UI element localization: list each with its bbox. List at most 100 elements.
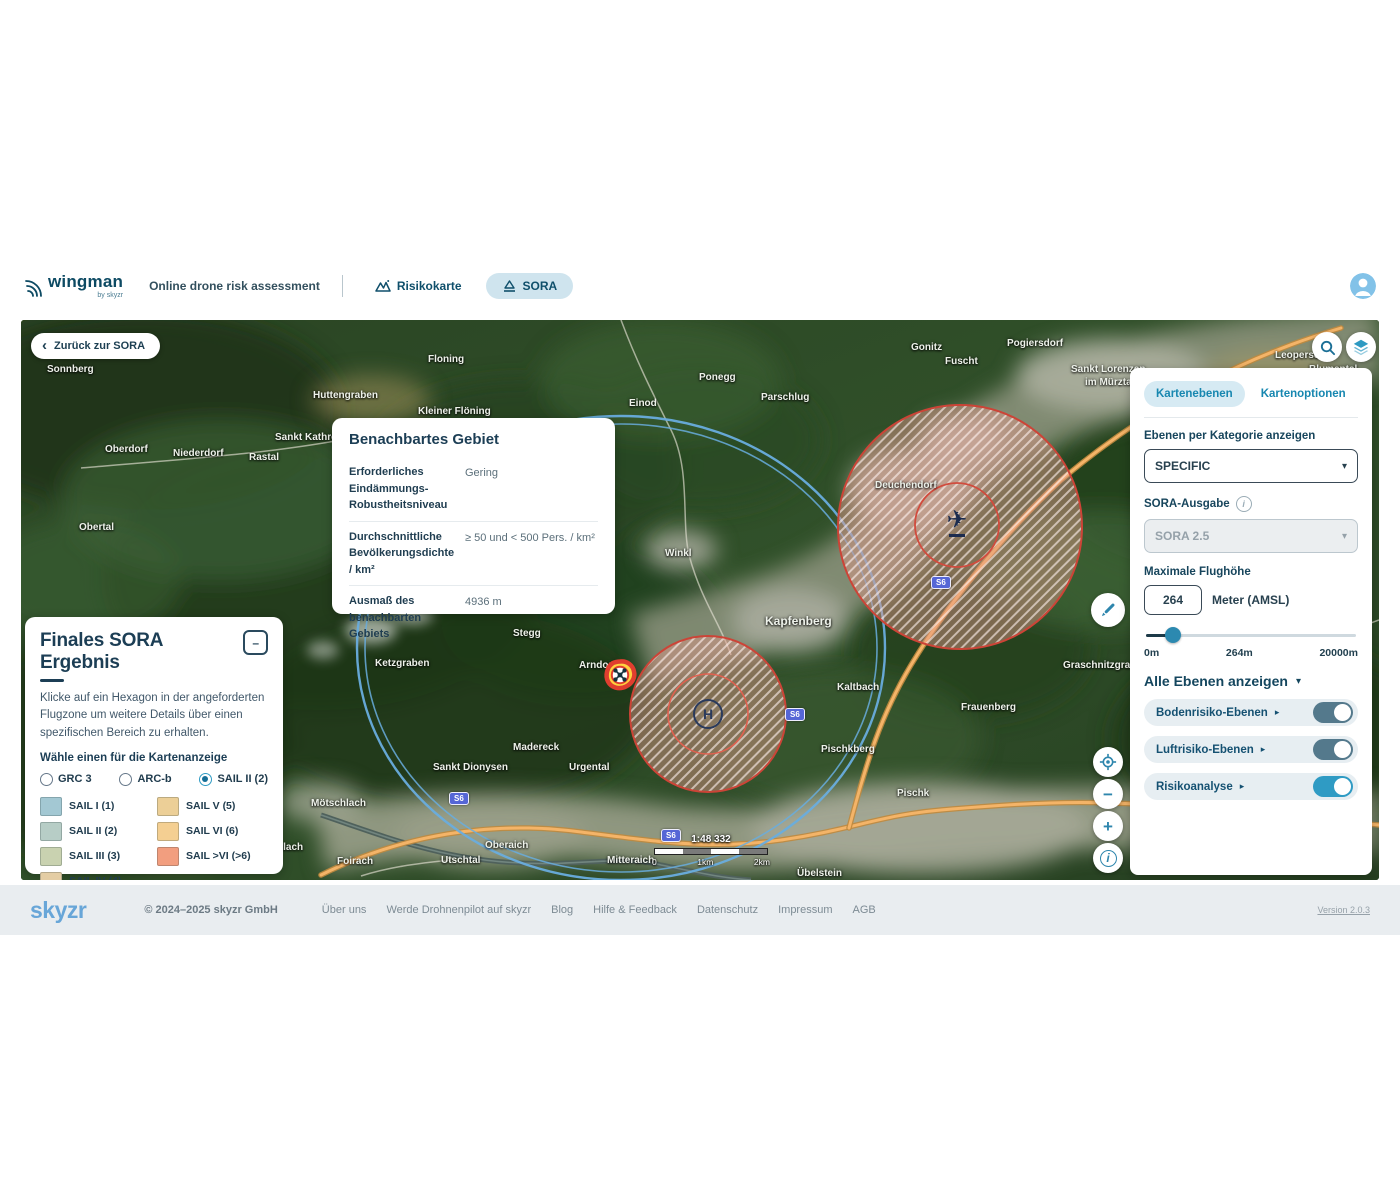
footer-link[interactable]: Hilfe & Feedback — [593, 904, 677, 916]
radio-circle[interactable] — [40, 773, 53, 786]
altitude-slider[interactable] — [1146, 627, 1356, 643]
legend-swatch — [40, 797, 62, 816]
popup-row: Ausmaß des benachbarten Gebiets 4936 m — [349, 586, 598, 650]
heliport-marker[interactable]: H — [693, 699, 723, 729]
map-place-label: Utschtal — [441, 855, 480, 866]
copyright-text: © 2024–2025 skyzr GmbH — [144, 904, 277, 916]
footer-links: Über uns Werde Drohnenpilot auf skyzr Bl… — [322, 904, 876, 916]
info-icon[interactable]: i — [1236, 496, 1252, 512]
zoom-out-button[interactable]: − — [1093, 779, 1123, 809]
map-place-label: Huttengraben — [313, 390, 378, 401]
draw-edit-button[interactable] — [1091, 593, 1125, 627]
airport-runway-line — [949, 534, 965, 537]
altitude-input[interactable] — [1144, 585, 1202, 615]
sora-version-label: SORA-Ausgabe i — [1144, 496, 1358, 512]
panel-tab[interactable]: Kartenebenen — [1144, 381, 1245, 407]
map-place-label: Pischk — [897, 788, 929, 799]
final-sora-result-panel: Finales SORA Ergebnis – Klicke auf ein H… — [25, 617, 283, 874]
sail-legend: SAIL I (1) SAIL II (2) SAIL III (3) — [40, 797, 268, 880]
layer-toggle-switch[interactable] — [1313, 739, 1353, 760]
map-place-label: Ketzgraben — [375, 658, 429, 669]
footer-link[interactable]: AGB — [853, 904, 876, 916]
legend-item: SAIL IV (4) — [40, 872, 151, 880]
choose-display-label: Wähle einen für die Kartenanzeige — [40, 752, 268, 764]
layer-toggle-switch[interactable] — [1313, 776, 1353, 797]
locate-me-button[interactable] — [1093, 747, 1123, 777]
radio-option[interactable]: SAIL II (2) — [199, 773, 268, 786]
all-layers-header[interactable]: Alle Ebenen anzeigen ▾ — [1144, 673, 1358, 689]
footer-bar: skyzr © 2024–2025 skyzr GmbH Über uns We… — [0, 885, 1400, 935]
layer-toggle-row[interactable]: Luftrisiko-Ebenen ▸ — [1144, 736, 1358, 763]
user-avatar[interactable] — [1350, 273, 1376, 299]
map-scale-bar: 1:48 332 0 1km 2km — [649, 834, 773, 867]
category-label: Ebenen per Kategorie anzeigen — [1144, 430, 1358, 442]
chevron-down-icon: ▾ — [1296, 676, 1301, 687]
scale-ratio: 1:48 332 — [649, 834, 773, 845]
map-place-label: Winkl — [665, 548, 692, 559]
minus-icon: − — [1103, 786, 1113, 803]
locate-icon — [1099, 753, 1117, 771]
version-link[interactable]: Version 2.0.3 — [1317, 905, 1370, 915]
plus-icon: + — [1103, 818, 1113, 835]
legend-swatch — [157, 847, 179, 866]
popup-rows: Erforderliches Eindämmungs-Robustheitsni… — [349, 457, 598, 650]
panel-description: Klicke auf ein Hexagon in der angeforder… — [40, 690, 268, 742]
chevron-right-icon: ▸ — [1275, 707, 1280, 718]
map-info-button[interactable]: i — [1093, 843, 1123, 873]
map-layers-button[interactable] — [1346, 332, 1376, 362]
nav-risikokarte[interactable]: Risikokarte — [365, 273, 472, 299]
top-bar: wingman by skyzr Online drone risk asses… — [0, 262, 1400, 310]
popup-row: Erforderliches Eindämmungs-Robustheitsni… — [349, 457, 598, 522]
map-place-label: Kapfenberg — [765, 614, 832, 628]
drone-operation-marker[interactable] — [600, 657, 640, 702]
collapse-panel-button[interactable]: – — [243, 630, 268, 655]
map-place-label: Floning — [428, 354, 464, 365]
legend-swatch — [157, 797, 179, 816]
skyzr-logo[interactable]: skyzr — [30, 897, 86, 924]
footer-link[interactable]: Über uns — [322, 904, 367, 916]
layer-toggle-row[interactable]: Bodenrisiko-Ebenen ▸ — [1144, 699, 1358, 726]
user-icon — [1350, 273, 1376, 299]
panel-tab[interactable]: Kartenoptionen — [1249, 381, 1358, 407]
back-to-sora-button[interactable]: ‹ Zurück zur SORA — [31, 333, 160, 359]
wingman-app: wingman by skyzr Online drone risk asses… — [0, 262, 1400, 310]
layer-toggle-list: Bodenrisiko-Ebenen ▸ Luftrisiko-Ebenen ▸ — [1144, 699, 1358, 800]
map-place-label: im Mürztal — [1085, 377, 1134, 388]
map-place-label: Oberaich — [485, 840, 528, 851]
zoom-in-button[interactable]: + — [1093, 811, 1123, 841]
sora-version-select[interactable]: SORA 2.5 ▾ — [1144, 519, 1358, 553]
map-place-label: Fuscht — [945, 356, 978, 367]
layers-icon — [1352, 338, 1370, 356]
map-search-button[interactable] — [1312, 332, 1342, 362]
slider-thumb[interactable] — [1165, 627, 1181, 643]
minimize-icon: – — [252, 637, 259, 649]
category-select[interactable]: SPECIFIC ▾ — [1144, 449, 1358, 483]
legend-item: SAIL VI (6) — [157, 822, 268, 841]
footer-link[interactable]: Impressum — [778, 904, 832, 916]
map-place-label: Mitteraich — [607, 855, 654, 866]
airport-plane-icon: ✈ — [947, 508, 968, 533]
radio-option[interactable]: GRC 3 — [40, 773, 92, 786]
nav-sora[interactable]: SORA — [486, 273, 574, 299]
wingman-logo[interactable]: wingman by skyzr — [24, 273, 123, 299]
footer-link[interactable]: Blog — [551, 904, 573, 916]
radio-circle[interactable] — [199, 773, 212, 786]
footer-link[interactable]: Datenschutz — [697, 904, 758, 916]
map-canvas[interactable]: Sonnberg Oberdorf Niederdorf Rastal Sank… — [21, 320, 1379, 880]
radio-option[interactable]: ARC-b — [119, 773, 171, 786]
pencil-icon — [1098, 600, 1118, 620]
app-tagline: Online drone risk assessment — [149, 279, 320, 293]
radio-circle[interactable] — [119, 773, 132, 786]
map-place-label: Foirach — [337, 856, 373, 867]
info-icon: i — [1100, 850, 1117, 867]
map-place-label: Parschlug — [761, 392, 809, 403]
map-place-label: Madereck — [513, 742, 559, 753]
map-layers-panel: Kartenebenen Kartenoptionen Ebenen per K… — [1130, 368, 1372, 875]
layer-toggle-switch[interactable] — [1313, 702, 1353, 723]
layer-toggle-row[interactable]: Risikoanalyse ▸ — [1144, 773, 1358, 800]
footer-link[interactable]: Werde Drohnenpilot auf skyzr — [386, 904, 531, 916]
chevron-down-icon: ▾ — [1342, 531, 1347, 542]
map-place-label: Mötschlach — [311, 798, 366, 809]
map-place-label: Deuchendorf — [875, 480, 937, 491]
scale-strip — [654, 848, 768, 855]
